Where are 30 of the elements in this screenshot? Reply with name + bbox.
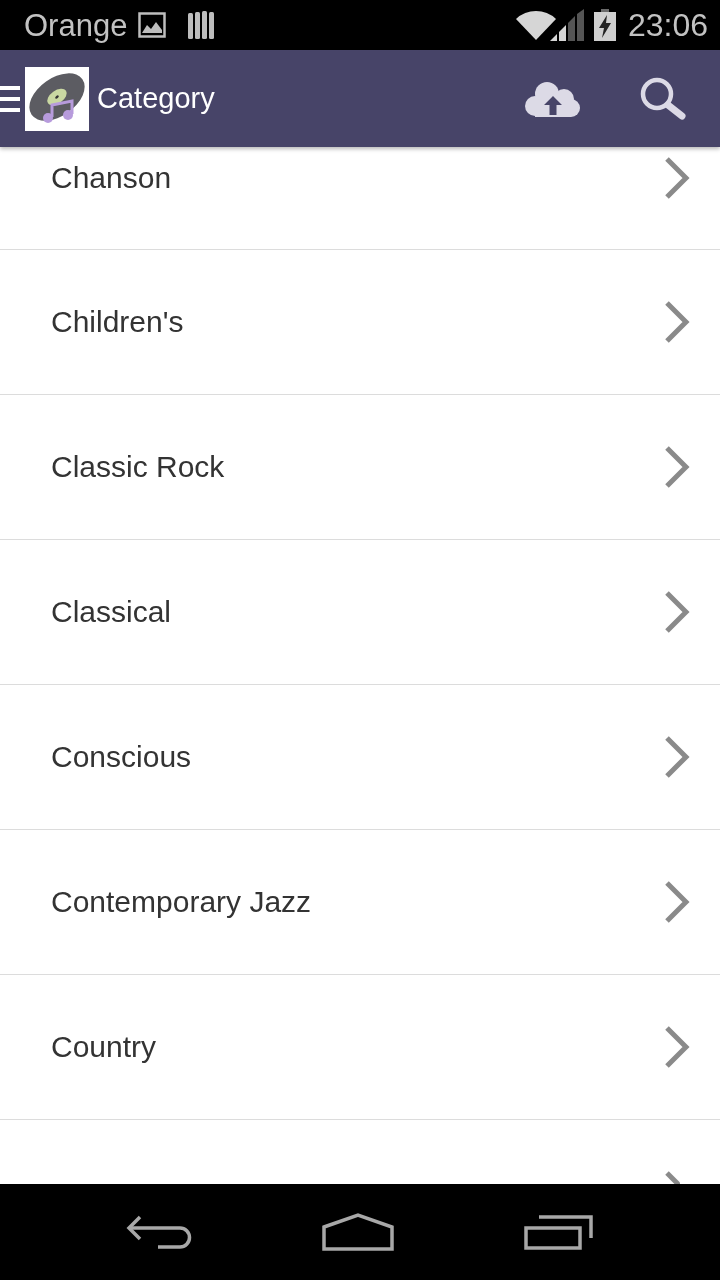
chevron-icon — [664, 590, 690, 634]
search-icon[interactable] — [640, 77, 686, 120]
cloud-upload-icon[interactable] — [524, 80, 580, 117]
back-icon[interactable] — [126, 1215, 192, 1249]
carrier-name: Orange — [24, 9, 128, 41]
chevron-icon — [664, 156, 690, 200]
chevron-icon — [664, 445, 690, 489]
home-icon[interactable] — [322, 1213, 394, 1251]
clock-time: 23:06 — [627, 9, 708, 41]
signal-icon — [549, 9, 584, 41]
category-list-item[interactable]: Children's — [0, 250, 720, 395]
category-list-item[interactable]: Classic Rock — [0, 395, 720, 540]
category-list-item[interactable]: Country — [0, 975, 720, 1120]
chevron-icon — [664, 1170, 680, 1184]
chevron-icon — [664, 880, 690, 924]
chevron-icon — [664, 1025, 690, 1069]
battery-charging-icon — [593, 9, 616, 41]
wifi-icon — [515, 10, 556, 40]
menu-icon[interactable] — [0, 85, 20, 112]
vinyl-record-icon[interactable] — [25, 66, 89, 131]
chevron-icon — [664, 735, 690, 779]
category-list-item[interactable]: Contemporary Jazz — [0, 830, 720, 975]
category-list-item[interactable]: Chanson — [0, 147, 720, 250]
category-list-item[interactable]: Classical — [0, 540, 720, 685]
recent-apps-icon[interactable] — [524, 1214, 594, 1250]
chevron-icon — [664, 300, 690, 344]
image-icon — [138, 12, 167, 38]
vertical-bars-icon — [188, 11, 215, 39]
app-bar-title: Category — [97, 84, 215, 113]
category-list-item[interactable]: Conscious — [0, 685, 720, 830]
